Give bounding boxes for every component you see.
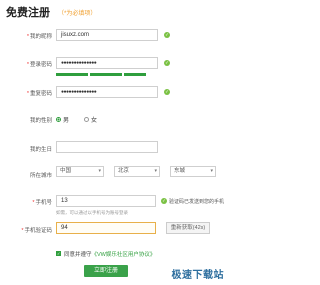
check-icon: ✓	[164, 89, 170, 95]
birthday-label: 我的生日	[29, 147, 52, 153]
birthday-input[interactable]	[56, 141, 158, 153]
sms-sent-status: 验证码已发送到您的手机	[169, 199, 225, 205]
nickname-label: *我的昵称	[26, 34, 52, 40]
phone-label: *手机号	[32, 200, 52, 206]
watermark: 极速下载站	[171, 270, 224, 281]
submit-button[interactable]: 立即注册	[84, 265, 128, 277]
gender-female-radio[interactable]: 女	[84, 115, 97, 124]
gender-male-radio[interactable]: 男	[56, 115, 69, 124]
sms-code-input[interactable]: 94	[56, 222, 156, 234]
resend-code-button[interactable]: 重新获取(42s)	[166, 222, 210, 234]
chevron-down-icon: ▾	[98, 168, 101, 174]
password-strength-meter	[56, 73, 158, 77]
agreement-link[interactable]: 《VW娱乐社区用户协议》	[92, 252, 156, 258]
city-select[interactable]: 北京 ▾	[114, 166, 160, 177]
agreement-text: 同意并遵守《VW娱乐社区用户协议》	[64, 252, 156, 258]
district-select[interactable]: 东城 ▾	[170, 166, 216, 177]
confirm-password-input[interactable]: ●●●●●●●●●●●●●●	[56, 86, 158, 98]
city-label: 所在城市	[29, 173, 52, 179]
required-note: （*为必填项）	[58, 11, 97, 17]
check-icon: ✓	[164, 60, 170, 66]
phone-input[interactable]: 13	[56, 195, 156, 207]
sms-code-label: *手机验证码	[21, 228, 52, 234]
agree-checkbox[interactable]: ✓	[56, 251, 61, 256]
confirm-password-label: *重复密码	[26, 91, 52, 97]
nickname-input[interactable]: jisuxz.com	[56, 29, 158, 41]
phone-hint: 如需，可以通过以手机号为账号登录	[56, 210, 128, 215]
country-select[interactable]: 中国 ▾	[56, 166, 104, 177]
chevron-down-icon: ▾	[154, 168, 157, 174]
page-title: 免费注册	[6, 7, 50, 19]
password-input[interactable]: ●●●●●●●●●●●●●●	[56, 57, 158, 69]
password-label: *登录密码	[26, 62, 52, 68]
check-icon: ✓	[164, 32, 170, 38]
gender-label: 我的性别	[29, 118, 52, 124]
chevron-down-icon: ▾	[210, 168, 213, 174]
check-icon: ✓	[161, 198, 167, 204]
